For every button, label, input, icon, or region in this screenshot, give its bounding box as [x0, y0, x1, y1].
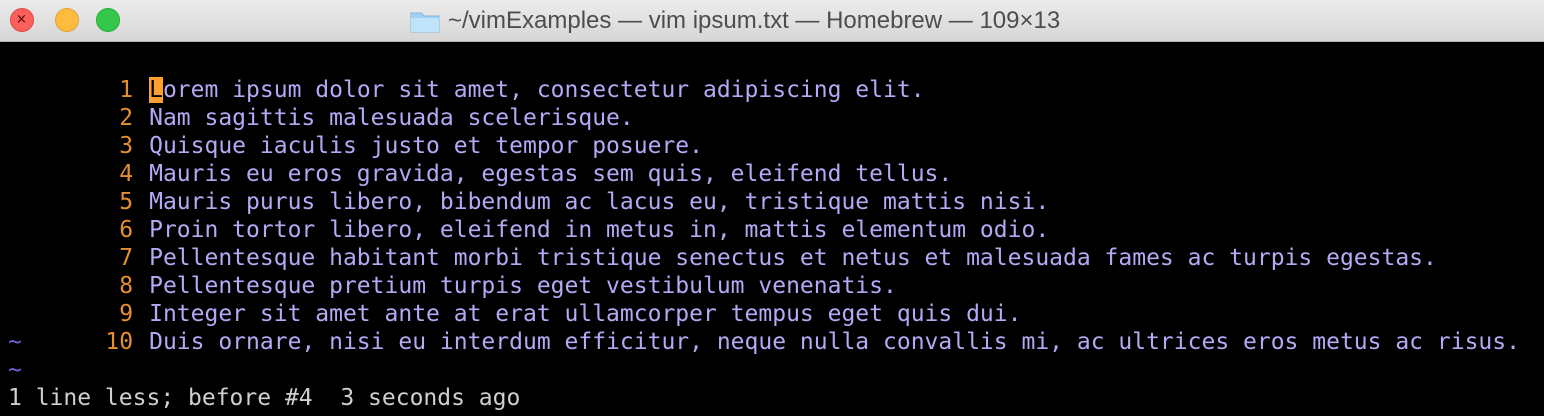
editor-line: 1 Lorem ipsum dolor sit amet, consectetur…	[8, 48, 925, 103]
window-title: ~/vimExamples — vim ipsum.txt — Homebrew…	[448, 7, 1061, 34]
vim-editor[interactable]: 1 Lorem ipsum dolor sit amet, consectetur…	[0, 42, 1544, 416]
title-bar[interactable]: × ~/vimExamples — vim ipsum.txt — Homebr…	[0, 0, 1544, 42]
editor-line: 5 Mauris purus libero, bibendum ac lacus …	[8, 160, 1049, 215]
empty-line-marker: ~	[8, 329, 22, 355]
zoom-button[interactable]	[96, 8, 120, 32]
line-text: Duis ornare, nisi eu interdum efficitur,…	[149, 329, 1520, 355]
editor-line: 4 Mauris eu eros gravida, egestas sem qui…	[8, 132, 952, 187]
line-number: 10	[105, 329, 134, 355]
editor-line: 2 Nam sagittis malesuada scelerisque.	[8, 76, 634, 131]
editor-line: 8 Pellentesque pretium turpis eget vestib…	[8, 244, 897, 299]
folder-icon	[410, 12, 440, 33]
editor-line: 10 Duis ornare, nisi eu interdum efficitu…	[8, 300, 1520, 355]
editor-line: 7 Pellentesque habitant morbi tristique s…	[8, 216, 1437, 271]
editor-line: 9 Integer sit amet ante at erat ullamcorp…	[8, 272, 1021, 327]
empty-line-marker: ~	[8, 357, 22, 383]
editor-line: 6 Proin tortor libero, eleifend in metus …	[8, 188, 1049, 243]
close-icon: ×	[16, 12, 27, 27]
editor-line: 3 Quisque iaculis justo et tempor posuere…	[8, 104, 703, 159]
terminal-window: × ~/vimExamples — vim ipsum.txt — Homebr…	[0, 0, 1544, 416]
status-message: 1 line less; before #4 3 seconds ago	[8, 385, 521, 411]
window-title-group: ~/vimExamples — vim ipsum.txt — Homebrew…	[410, 7, 1060, 35]
minimize-button[interactable]	[55, 8, 79, 32]
close-button[interactable]: ×	[10, 8, 34, 32]
